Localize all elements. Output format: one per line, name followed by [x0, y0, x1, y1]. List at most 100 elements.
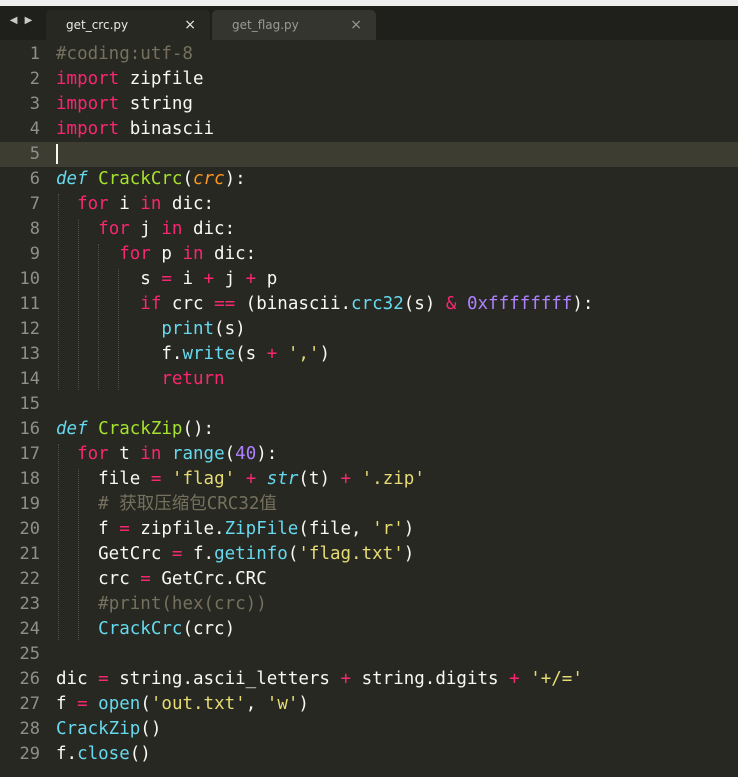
code-token: zipfile — [119, 69, 204, 89]
code-line[interactable]: 16 def CrackZip(): — [0, 417, 738, 442]
code-line[interactable]: 25 — [0, 642, 738, 667]
code-text: f = open('out.txt', 'w') — [56, 692, 309, 717]
code-token: CrackCrc — [98, 169, 183, 189]
code-text: return — [56, 367, 224, 392]
code-token: CrackZip — [56, 719, 141, 739]
code-token: CrackCrc — [98, 619, 183, 639]
code-line[interactable]: 6 def CrackCrc(crc): — [0, 167, 738, 192]
code-editor[interactable]: 1 #coding:utf-8 2 import zipfile 3 import str… — [0, 40, 738, 777]
code-text: s = i + j + p — [56, 267, 277, 292]
code-line[interactable]: 24 CrackCrc(crc) — [0, 617, 738, 642]
code-token: (file, — [298, 519, 373, 539]
code-line[interactable]: 21 GetCrc = f.getinfo('flag.txt') — [0, 542, 738, 567]
line-number: 10 — [19, 269, 40, 289]
code-line[interactable]: 19 # 获取压缩包CRC32值 — [0, 492, 738, 517]
code-token: 'r' — [372, 519, 404, 539]
code-token: + — [266, 344, 278, 364]
code-token: & — [445, 294, 457, 314]
code-token: string.digits — [351, 669, 510, 689]
code-token: f — [56, 694, 78, 714]
code-token: (s) — [403, 294, 446, 314]
code-token: file — [56, 469, 151, 489]
tab-get-crc[interactable]: get_crc.py × — [46, 10, 210, 40]
code-token: (crc) — [182, 619, 236, 639]
code-text: #coding:utf-8 — [56, 42, 193, 67]
code-line[interactable]: 1 #coding:utf-8 — [0, 42, 738, 67]
code-line[interactable]: 28 CrackZip() — [0, 717, 738, 742]
code-text: f.close() — [56, 742, 151, 767]
code-token: crc — [193, 169, 225, 189]
code-line[interactable]: 7 for i in dic: — [0, 192, 738, 217]
line-number: 22 — [19, 569, 40, 589]
code-line[interactable]: 23 #print(hex(crc)) — [0, 592, 738, 617]
code-text: import binascii — [56, 117, 214, 142]
code-text: for i in dic: — [56, 192, 214, 217]
code-token: crc — [56, 569, 141, 589]
code-text: file = 'flag' + str(t) + '.zip' — [56, 467, 425, 492]
code-token: = — [119, 519, 130, 539]
code-line[interactable]: 8 for j in dic: — [0, 217, 738, 242]
line-number: 4 — [29, 119, 40, 139]
code-line[interactable]: 14 return — [0, 367, 738, 392]
code-token: ): — [572, 294, 594, 314]
code-line[interactable]: 10 s = i + j + p — [0, 267, 738, 292]
code-line[interactable]: 5 — [0, 142, 738, 167]
code-token: i — [108, 194, 141, 214]
line-number: 29 — [19, 744, 40, 764]
close-tab-icon[interactable]: × — [184, 10, 196, 40]
code-text: crc = GetCrc.CRC — [56, 567, 267, 592]
code-token: (s) — [214, 319, 246, 339]
code-token: in — [140, 444, 162, 464]
code-text: def CrackZip(): — [56, 417, 214, 442]
line-number: 5 — [29, 144, 40, 164]
code-line[interactable]: 11 if crc == (binascii.crc32(s) & 0xffff… — [0, 292, 738, 317]
code-token: p — [256, 269, 278, 289]
code-line[interactable]: 27 f = open('out.txt', 'w') — [0, 692, 738, 717]
code-text: for p in dic: — [56, 242, 256, 267]
code-line[interactable]: 17 for t in range(40): — [0, 442, 738, 467]
code-token: getinfo — [214, 544, 288, 564]
code-line[interactable]: 12 print(s) — [0, 317, 738, 342]
indent-guide — [118, 269, 119, 390]
code-token: CrackZip — [98, 419, 183, 439]
code-text: #print(hex(crc)) — [56, 592, 267, 617]
code-line[interactable]: 9 for p in dic: — [0, 242, 738, 267]
code-token: binascii — [119, 119, 215, 139]
code-token: ZipFile — [224, 519, 299, 539]
code-token: + — [203, 269, 215, 289]
code-text: if crc == (binascii.crc32(s) & 0xfffffff… — [56, 292, 593, 317]
code-token: s — [56, 269, 162, 289]
code-token: '.zip' — [361, 469, 425, 489]
code-token: '+/=' — [530, 669, 583, 689]
code-line[interactable]: 18 file = 'flag' + str(t) + '.zip' — [0, 467, 738, 492]
code-line[interactable]: 3 import string — [0, 92, 738, 117]
code-token: (binascii. — [235, 294, 352, 314]
code-line[interactable]: 29 f.close() — [0, 742, 738, 767]
code-token: , — [245, 694, 267, 714]
tab-nav-arrows-icon[interactable]: ◀ ▶ — [0, 6, 44, 40]
code-token: print — [161, 319, 215, 339]
close-tab-icon[interactable]: × — [350, 10, 362, 40]
code-line[interactable]: 22 crc = GetCrc.CRC — [0, 567, 738, 592]
code-text: import zipfile — [56, 67, 204, 92]
code-token: ( — [224, 444, 236, 464]
code-line[interactable]: 15 — [0, 392, 738, 417]
tab-label: get_flag.py — [232, 18, 299, 32]
code-line[interactable]: 20 f = zipfile.ZipFile(file, 'r') — [0, 517, 738, 542]
line-number: 8 — [29, 219, 40, 239]
code-line[interactable]: 26 dic = string.ascii_letters + string.di… — [0, 667, 738, 692]
code-line[interactable]: 2 import zipfile — [0, 67, 738, 92]
line-number: 9 — [29, 244, 40, 264]
tab-get-flag[interactable]: get_flag.py × — [212, 10, 376, 40]
code-line[interactable]: 4 import binascii — [0, 117, 738, 142]
line-number: 16 — [19, 419, 40, 439]
code-token: in — [182, 244, 204, 264]
code-line[interactable]: 13 f.write(s + ',') — [0, 342, 738, 367]
code-token: GetCrc.CRC — [150, 569, 267, 589]
